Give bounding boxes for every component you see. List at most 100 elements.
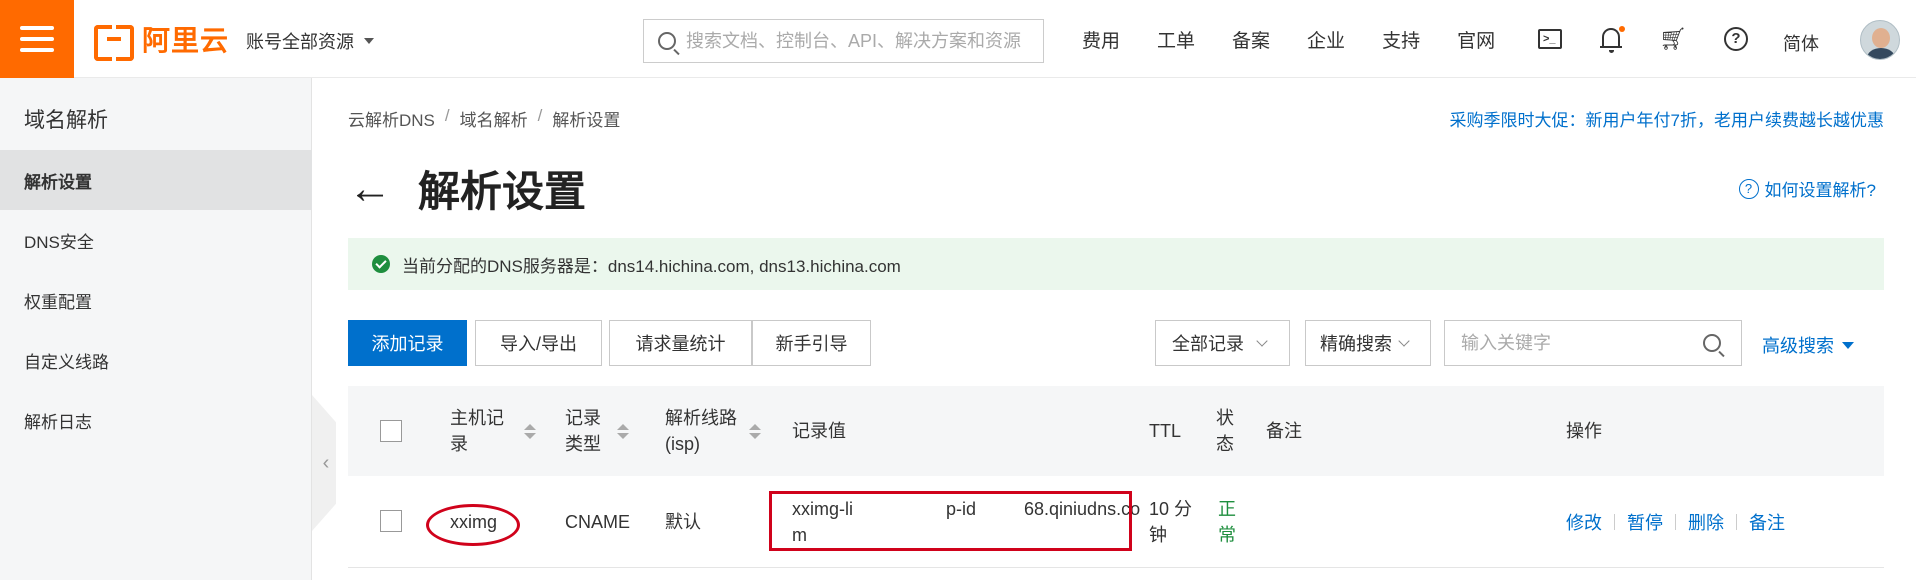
notice-text: 当前分配的DNS服务器是：dns14.hichina.com, dns13.hi… — [402, 256, 901, 276]
search-icon — [658, 32, 676, 50]
cell-ttl: 10 分 钟 — [1149, 496, 1192, 548]
page-title: 解析设置 — [418, 168, 587, 215]
language-switch[interactable]: 简体 — [1783, 30, 1819, 56]
column-type-label: 记录 类型 — [565, 405, 601, 457]
column-line-label: 解析线路 (isp) — [665, 405, 737, 457]
column-remark: 备注 — [1266, 421, 1302, 441]
hamburger-menu-icon[interactable] — [0, 0, 74, 78]
remark-record-link[interactable]: 备注 — [1749, 509, 1785, 535]
beginner-guide-button[interactable]: 新手引导 — [752, 320, 871, 366]
aliyun-logo-icon — [94, 25, 134, 61]
column-line[interactable]: 解析线路 (isp) — [665, 386, 761, 476]
nav-fees[interactable]: 费用 — [1082, 26, 1120, 53]
row-checkbox[interactable] — [380, 510, 402, 532]
chevron-down-icon — [1398, 335, 1410, 347]
keyword-input[interactable] — [1461, 332, 1691, 354]
sidebar-item-label: 自定义线路 — [24, 352, 109, 372]
logo-text: 阿里云 — [142, 25, 230, 56]
search-mode-select[interactable]: 精确搜索 — [1305, 320, 1431, 366]
column-value: 记录值 — [792, 421, 846, 441]
top-bar: 阿里云 账号全部资源 费用 工单 备案 企业 支持 官网 >_ 🛒︎ ? 简体 — [0, 0, 1916, 78]
cell-ttl-line1: 10 分 — [1149, 499, 1193, 519]
aliyun-logo[interactable]: 阿里云 — [94, 22, 230, 61]
divider — [1614, 514, 1615, 530]
column-status: 状态 — [1216, 386, 1234, 476]
sidebar-title: 域名解析 — [24, 109, 108, 132]
sort-icon[interactable] — [524, 423, 536, 439]
advanced-search-toggle[interactable]: 高级搜索 — [1762, 332, 1854, 358]
nav-icp[interactable]: 备案 — [1232, 26, 1270, 53]
delete-record-link[interactable]: 删除 — [1688, 509, 1724, 535]
cart-button[interactable]: 🛒︎ — [1659, 25, 1687, 53]
request-stats-button[interactable]: 请求量统计 — [609, 320, 752, 366]
pause-record-link[interactable]: 暂停 — [1627, 509, 1663, 535]
global-search-input[interactable] — [686, 30, 1026, 52]
help-setup-link[interactable]: ? 如何设置解析? — [1738, 176, 1876, 201]
promo-banner-link[interactable]: 采购季限时大促：新用户年付7折，老用户续费越长越优惠 — [1450, 106, 1884, 131]
breadcrumb-separator: / — [537, 106, 543, 125]
sidebar-item-resolution-settings[interactable]: 解析设置 — [0, 150, 312, 210]
column-host-line1: 主机记 — [450, 408, 504, 428]
breadcrumb-cloud-dns[interactable]: 云解析DNS — [348, 106, 435, 131]
caret-down-icon — [364, 38, 374, 44]
sidebar-item-resolution-logs[interactable]: 解析日志 — [0, 390, 312, 450]
sidebar-collapse-handle[interactable]: ‹ — [312, 395, 336, 531]
question-circle-icon: ? — [1738, 178, 1759, 199]
column-host-label: 主机记录 — [450, 405, 504, 457]
caret-down-icon — [1842, 341, 1854, 349]
nav-support[interactable]: 支持 — [1382, 26, 1420, 53]
account-label: 账号全部资源 — [246, 32, 354, 52]
record-filter-select[interactable]: 全部记录 — [1155, 320, 1290, 366]
terminal-button[interactable]: >_ — [1536, 25, 1564, 53]
back-arrow-icon[interactable]: ← — [348, 166, 392, 211]
sort-icon[interactable] — [617, 423, 629, 439]
breadcrumb-current: 解析设置 — [552, 111, 621, 130]
sidebar-item-label: 权重配置 — [24, 292, 92, 312]
dns-server-notice: 当前分配的DNS服务器是：dns14.hichina.com, dns13.hi… — [348, 238, 1884, 290]
nav-tickets[interactable]: 工单 — [1157, 26, 1195, 53]
record-filter-value: 全部记录 — [1172, 334, 1244, 354]
column-type[interactable]: 记录 类型 — [565, 386, 629, 476]
sort-icon[interactable] — [749, 423, 761, 439]
records-table-header: 主机记录 记录 类型 解析线路 (isp) 记录值 TTL 状态 备注 操作 — [348, 386, 1884, 476]
status-line2: 常 — [1218, 525, 1236, 545]
search-icon[interactable] — [1703, 334, 1721, 352]
sidebar-item-dns-security[interactable]: DNS安全 — [0, 210, 312, 270]
terminal-icon: >_ — [1538, 29, 1562, 49]
cell-ttl-line2: 钟 — [1149, 525, 1167, 545]
nav-official-site[interactable]: 官网 — [1457, 26, 1495, 53]
sidebar-item-label: 解析设置 — [24, 172, 92, 192]
column-line-line2: (isp) — [665, 434, 700, 454]
add-record-button[interactable]: 添加记录 — [348, 320, 467, 366]
sidebar-item-custom-lines[interactable]: 自定义线路 — [0, 330, 312, 390]
cell-type: CNAME — [565, 512, 631, 532]
nav-enterprise[interactable]: 企业 — [1307, 26, 1345, 53]
status-line1: 正 — [1218, 499, 1236, 519]
status-badge: 正 常 — [1218, 496, 1236, 548]
help-setup-label: 如何设置解析? — [1764, 181, 1876, 200]
select-all-checkbox[interactable] — [380, 420, 402, 442]
page-header: ← 解析设置 — [348, 158, 586, 219]
keyword-search — [1444, 320, 1742, 366]
sidebar-item-weight-config[interactable]: 权重配置 — [0, 270, 312, 330]
avatar[interactable] — [1860, 20, 1900, 60]
breadcrumb-domain-resolution[interactable]: 域名解析 — [460, 106, 528, 131]
breadcrumb-separator: / — [444, 106, 450, 125]
help-icon: ? — [1724, 27, 1748, 51]
column-host[interactable]: 主机记录 — [450, 386, 536, 476]
help-button[interactable]: ? — [1722, 25, 1750, 53]
check-circle-icon — [372, 255, 390, 273]
column-status-line2: 态 — [1216, 434, 1234, 454]
column-ttl: TTL — [1149, 421, 1182, 441]
breadcrumb: 云解析DNS / 域名解析 / 解析设置 — [348, 106, 620, 131]
edit-record-link[interactable]: 修改 — [1566, 509, 1602, 535]
sidebar-item-label: 解析日志 — [24, 412, 92, 432]
import-export-button[interactable]: 导入/导出 — [475, 320, 602, 366]
account-resources-dropdown[interactable]: 账号全部资源 — [246, 28, 374, 54]
notifications-button[interactable] — [1597, 25, 1625, 53]
sidebar: 域名解析 解析设置 DNS安全 权重配置 自定义线路 解析日志 — [0, 78, 312, 580]
divider — [1675, 514, 1676, 530]
chevron-left-icon: ‹ — [322, 451, 330, 474]
highlight-ellipse-host — [426, 504, 520, 546]
cell-line: 默认 — [665, 512, 701, 532]
